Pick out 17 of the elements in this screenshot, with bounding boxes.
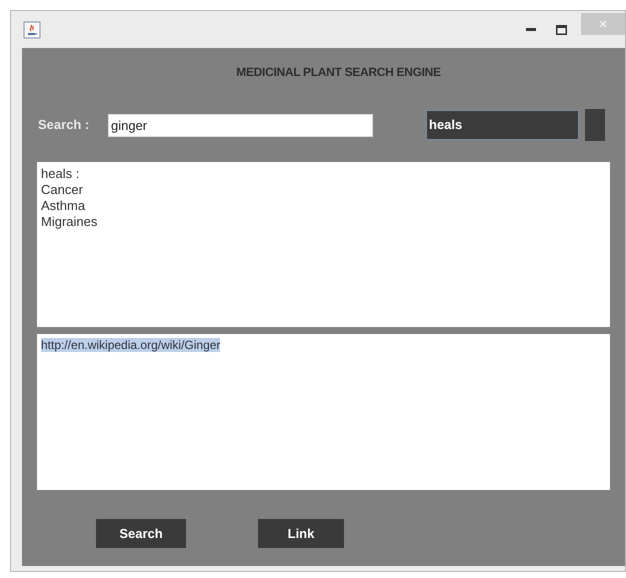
maximize-icon[interactable] xyxy=(556,24,567,34)
link-text: http://en.wikipedia.org/wiki/Ginger xyxy=(41,338,220,352)
java-cup-icon xyxy=(23,20,41,38)
search-field[interactable]: ginger xyxy=(108,114,373,136)
category-dropdown[interactable]: heals xyxy=(426,110,579,140)
results-text-area[interactable]: heals : Cancer Asthma Migraines xyxy=(37,162,610,327)
result-line: Asthma xyxy=(41,198,86,214)
result-line: Migraines xyxy=(41,214,98,230)
minimize-icon[interactable] xyxy=(526,28,536,32)
close-icon xyxy=(599,20,607,28)
result-line: Cancer xyxy=(41,182,84,198)
action-button[interactable]: Link xyxy=(258,519,344,548)
window-title: MEDICINAL PLANT SEARCH ENGINE xyxy=(236,64,441,81)
action-button[interactable]: Search xyxy=(96,519,186,548)
result-line: heals : xyxy=(41,166,80,182)
link-text-area[interactable]: http://en.wikipedia.org/wiki/Ginger xyxy=(37,334,610,490)
search-label: Search : xyxy=(38,116,90,134)
